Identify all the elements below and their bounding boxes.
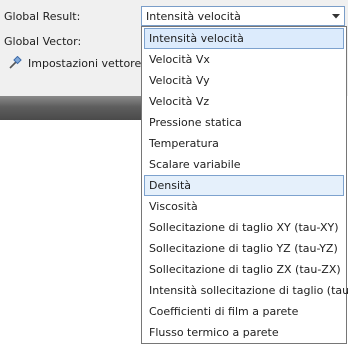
dropdown-option[interactable]: Coefficienti di film a parete [144, 301, 344, 322]
global-result-value: Intensità velocità [146, 10, 241, 23]
dropdown-option[interactable]: Velocità Vy [144, 70, 344, 91]
chevron-down-icon[interactable] [328, 7, 344, 25]
dropdown-option[interactable]: Viscosità [144, 196, 344, 217]
dropdown-option[interactable]: Velocità Vz [144, 91, 344, 112]
dropdown-option[interactable]: Intensità sollecitazione di taglio (tau) [144, 280, 348, 301]
dropdown-option[interactable]: Intensità velocità [144, 28, 344, 49]
pin-icon [8, 56, 22, 70]
vector-settings-button[interactable]: Impostazioni vettore [8, 55, 141, 71]
dropdown-option[interactable]: Densità [144, 175, 344, 196]
dropdown-option[interactable]: Sollecitazione di taglio ZX (tau-ZX) [144, 259, 344, 280]
global-result-label: Global Result: [4, 10, 81, 23]
global-result-options-list[interactable]: Intensità velocità Velocità Vx Velocità … [141, 26, 348, 344]
global-result-dropdown[interactable]: Intensità velocità [141, 6, 345, 26]
dropdown-option[interactable]: Sollecitazione di taglio YZ (tau-YZ) [144, 238, 344, 259]
section-header-bar [0, 96, 142, 120]
dropdown-option[interactable]: Temperatura [144, 133, 344, 154]
dropdown-option[interactable]: Velocità Vx [144, 49, 344, 70]
dropdown-option[interactable]: Scalare variabile [144, 154, 344, 175]
vector-settings-label: Impostazioni vettore [28, 56, 142, 70]
global-vector-label: Global Vector: [4, 35, 82, 48]
dropdown-option[interactable]: Pressione statica [144, 112, 344, 133]
dropdown-option[interactable]: Flusso termico a parete [144, 322, 344, 343]
dropdown-option[interactable]: Sollecitazione di taglio XY (tau-XY) [144, 217, 344, 238]
